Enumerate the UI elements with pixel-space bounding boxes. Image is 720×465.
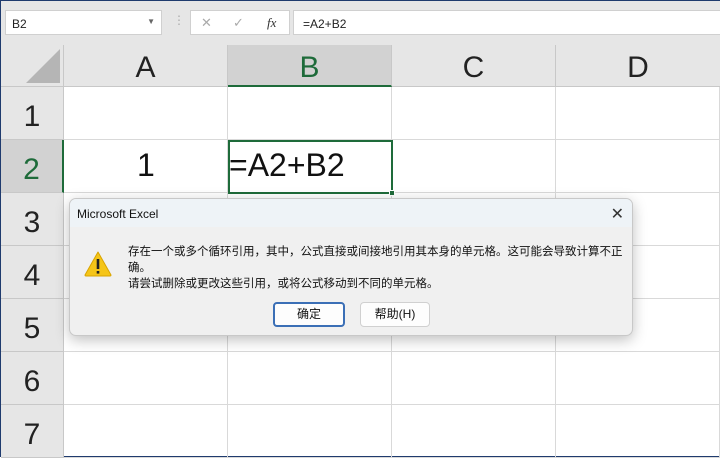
row-header-6[interactable]: 6 [1, 352, 64, 405]
insert-function-icon[interactable]: fx [267, 15, 276, 31]
enter-icon[interactable]: ✓ [233, 15, 244, 31]
close-icon[interactable]: ✕ [611, 204, 624, 224]
select-all-button[interactable] [1, 45, 64, 87]
row-header-1[interactable]: 1 [1, 87, 64, 140]
formula-input[interactable]: =A2+B2 [293, 10, 720, 35]
column-header-d[interactable]: D [556, 45, 720, 87]
name-box[interactable]: B2 ▼ [5, 10, 162, 35]
warning-icon [84, 251, 112, 277]
cell-a2[interactable]: 1 [137, 147, 155, 184]
column-header-c[interactable]: C [392, 45, 556, 87]
row-header-5[interactable]: 5 [1, 299, 64, 352]
row-header-7[interactable]: 7 [1, 405, 64, 458]
row-header-4[interactable]: 4 [1, 246, 64, 299]
column-header-a[interactable]: A [64, 45, 228, 87]
chevron-down-icon[interactable]: ▼ [147, 17, 155, 26]
dialog-message: 存在一个或多个循环引用，其中，公式直接或间接地引用其本身的单元格。这可能会导致计… [128, 246, 623, 274]
row-header-2[interactable]: 2 [1, 140, 64, 193]
drag-handle-icon[interactable]: ⋮ [173, 13, 185, 27]
dialog-suggestion: 请尝试删除或更改这些引用，或将公式移动到不同的单元格。 [128, 278, 439, 290]
column-header-b[interactable]: B [228, 45, 392, 87]
help-button[interactable]: 帮助(H) [360, 302, 430, 327]
ok-button[interactable]: 确定 [273, 302, 345, 327]
dialog-titlebar: Microsoft Excel ✕ [70, 199, 632, 227]
formula-buttons: ✕ ✓ fx [190, 10, 290, 35]
formula-toolbar: B2 ▼ ⋮ ✕ ✓ fx =A2+B2 [1, 1, 720, 45]
cancel-icon[interactable]: ✕ [201, 15, 212, 31]
fill-handle[interactable] [389, 190, 395, 196]
cell-b2[interactable]: =A2+B2 [229, 147, 345, 184]
circular-reference-dialog: Microsoft Excel ✕ 存在一个或多个循环引用，其中，公式直接或间接… [69, 198, 633, 336]
dialog-title: Microsoft Excel [77, 207, 159, 221]
row-header-3[interactable]: 3 [1, 193, 64, 246]
name-box-value: B2 [12, 17, 27, 31]
